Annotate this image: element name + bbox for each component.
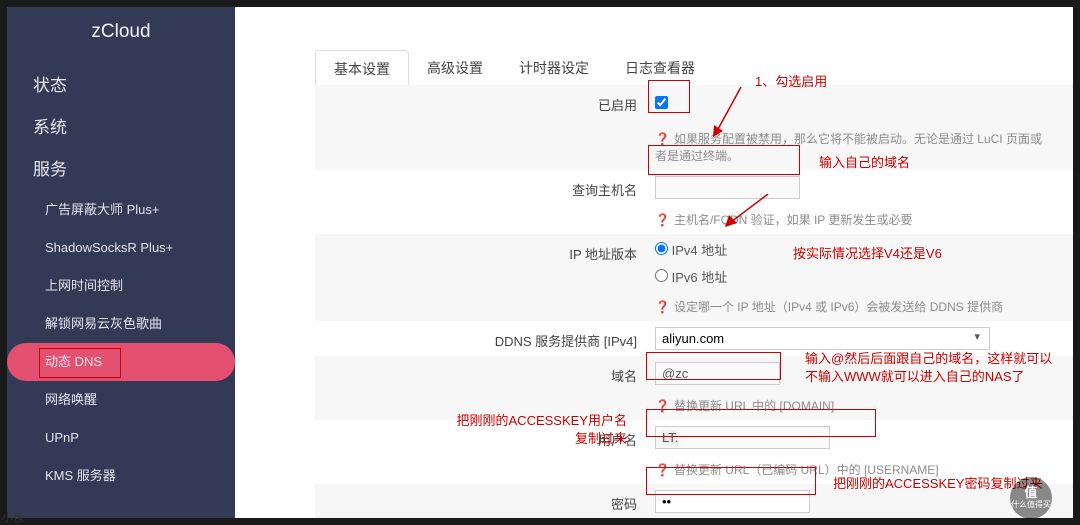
sidebar-item-timecontrol[interactable]: 上网时间控制 [7,267,235,305]
radio-ipv4[interactable] [655,242,668,255]
select-provider[interactable]: aliyun.com [655,327,990,350]
content-area: 基本设置 高级设置 计时器设定 日志查看器 已启用 ❓如果服务配置被禁用，那么它… [235,7,1073,518]
sidebar-cat-services[interactable]: 服务 [7,149,235,191]
tabs: 基本设置 高级设置 计时器设定 日志查看器 [315,49,1063,88]
form: 已启用 ❓如果服务配置被禁用，那么它将不能被启动。无论是通过 LuCI 页面或者… [315,85,1073,518]
sidebar-cat-system[interactable]: 系统 [7,107,235,149]
help-icon: ❓ [655,300,670,314]
input-lookup-host[interactable] [655,176,800,199]
tab-advanced[interactable]: 高级设置 [409,50,501,86]
help-icon: ❓ [655,399,670,413]
label-domain: 域名 [315,362,655,385]
help-icon: ❓ [655,463,670,477]
hint-lookup: 主机名/FQDN 验证，如果 IP 更新发生或必要 [674,213,912,227]
hint-ipver: 设定哪一个 IP 地址（IPv4 或 IPv6）会被发送给 DDNS 提供商 [674,300,1003,314]
label-ipver: IP 地址版本 [315,240,655,263]
brand-title: zCloud [7,7,235,65]
help-icon: ❓ [655,132,670,146]
sidebar-item-ddns[interactable]: 动态 DNS [7,343,235,381]
label-password: 密码 [315,490,655,513]
tab-log[interactable]: 日志查看器 [607,50,713,86]
input-username[interactable] [655,426,830,449]
radio-ipv6[interactable] [655,269,668,282]
sidebar: zCloud 状态 系统 服务 广告屏蔽大师 Plus+ ShadowSocks… [7,7,235,518]
tab-timer[interactable]: 计时器设定 [501,50,607,86]
tab-basic[interactable]: 基本设置 [315,50,409,88]
checkbox-enabled[interactable] [655,96,668,109]
help-icon: ❓ [655,213,670,227]
sidebar-cat-status[interactable]: 状态 [7,65,235,107]
label-provider: DDNS 服务提供商 [IPv4] [315,327,655,350]
input-domain[interactable] [655,362,780,385]
label-username: 用户名 [315,426,655,449]
hint-domain: 替换更新 URL 中的 [DOMAIN] [674,399,834,413]
input-password[interactable] [655,490,810,513]
radio-ipv6-label: IPv6 地址 [672,270,728,285]
sidebar-item-upnp[interactable]: UPnP [7,419,235,457]
hint-enabled: 如果服务配置被禁用，那么它将不能被启动。无论是通过 LuCI 页面或者是通过终端… [655,132,1042,163]
label-lookup: 查询主机名 [315,176,655,199]
footnote: 小包 [2,509,24,525]
radio-ipv4-label: IPv4 地址 [672,243,728,258]
sidebar-item-wol[interactable]: 网络唤醒 [7,381,235,419]
sidebar-item-ssr[interactable]: ShadowSocksR Plus+ [7,229,235,267]
sidebar-item-adblock[interactable]: 广告屏蔽大师 Plus+ [7,191,235,229]
hint-username: 替换更新 URL（已编码 URL）中的 [USERNAME] [674,463,939,477]
sidebar-item-unblockmusic[interactable]: 解锁网易云灰色歌曲 [7,305,235,343]
label-enabled: 已启用 [315,91,655,114]
sidebar-item-kms[interactable]: KMS 服务器 [7,457,235,495]
watermark-badge: 值 什么值得买 [1010,477,1052,519]
